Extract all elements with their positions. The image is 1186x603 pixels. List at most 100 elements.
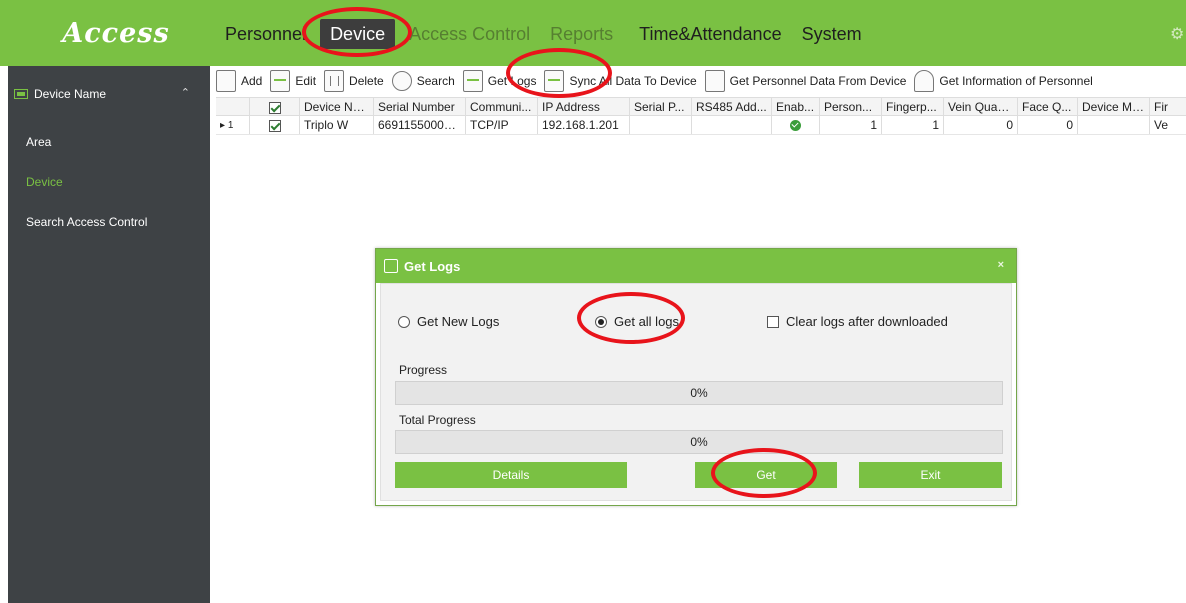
details-button[interactable]: Details	[395, 462, 627, 488]
cell-rs485-address	[692, 116, 772, 134]
cell-firmware: Ve	[1154, 118, 1169, 132]
clear-logs-checkbox[interactable]	[767, 315, 779, 328]
cell-device-model	[1078, 116, 1150, 134]
trash-icon	[324, 70, 345, 92]
edit-button-label: Edit	[295, 74, 317, 88]
nav-system[interactable]: System	[792, 19, 872, 49]
cell-ip-address: 192.168.1.201	[538, 116, 630, 134]
close-icon[interactable]: ×	[998, 259, 1004, 271]
get-logs-button-label: Get Logs	[487, 74, 537, 88]
col-serial-port[interactable]: Serial P...	[630, 98, 692, 115]
col-communication[interactable]: Communi...	[466, 98, 538, 115]
checkbox-icon	[268, 119, 281, 132]
get-logs-dialog: Get Logs × Get New Logs Get all logs Cle…	[375, 248, 1017, 506]
col-enabled[interactable]: Enab...	[772, 98, 820, 115]
table-row[interactable]: ▸ 1 Triplo W 6691155000034 TCP/IP 192.16…	[216, 116, 1186, 135]
dialog-title: Get Logs	[404, 258, 461, 274]
col-device-model[interactable]: Device Mo...	[1078, 98, 1150, 115]
dialog-title-bar[interactable]: Get Logs ×	[376, 249, 1016, 283]
cell-serial-port	[630, 116, 692, 134]
nav-personnel[interactable]: Personnel	[215, 19, 316, 49]
cell-communication: TCP/IP	[466, 116, 538, 134]
cell-serial-number: 6691155000034	[374, 116, 466, 134]
sidebar-header-label: Device Name	[34, 87, 107, 101]
add-button[interactable]: Add	[216, 70, 262, 92]
add-document-icon	[216, 70, 236, 92]
get-all-logs-label: Get all logs	[614, 314, 680, 329]
get-info-button-label: Get Information of Personnel	[939, 74, 1093, 88]
col-fingerprint[interactable]: Fingerp...	[882, 98, 944, 115]
delete-button-label: Delete	[349, 74, 384, 88]
checkbox-icon	[268, 101, 281, 114]
col-rs485-address[interactable]: RS485 Add...	[692, 98, 772, 115]
get-new-logs-label: Get New Logs	[417, 314, 500, 329]
device-icon	[14, 89, 28, 99]
person-icon	[914, 70, 935, 92]
search-icon	[391, 71, 412, 91]
sidebar-header[interactable]: Device Name ⌃	[8, 66, 210, 122]
get-new-logs-option[interactable]: Get New Logs	[398, 314, 499, 329]
nav-access-control[interactable]: Access Control	[399, 19, 540, 49]
total-progress-label: Total Progress	[399, 413, 476, 427]
add-button-label: Add	[241, 74, 263, 88]
sidebar: Device Name ⌃ Area Device Search Access …	[8, 66, 210, 603]
get-personnel-button[interactable]: Get Personnel Data From Device	[704, 70, 907, 92]
get-logs-icon	[384, 259, 398, 273]
edit-button[interactable]: Edit	[270, 70, 316, 92]
row-indicator: ▸ 1	[216, 116, 250, 134]
table-header-row: Device Na... Serial Number Communi... IP…	[216, 97, 1186, 116]
col-serial-number[interactable]: Serial Number	[374, 98, 466, 115]
col-vein-quantity[interactable]: Vein Quan...	[944, 98, 1018, 115]
col-personnel[interactable]: Person...	[820, 98, 882, 115]
search-button[interactable]: Search	[391, 71, 455, 91]
collapse-icon[interactable]: ⌃	[181, 86, 190, 99]
app-window: Access Personnel Device Access Control R…	[0, 0, 1186, 603]
col-face-quantity[interactable]: Face Q...	[1018, 98, 1078, 115]
search-button-label: Search	[416, 74, 455, 88]
row-index: 1	[227, 120, 234, 131]
sidebar-item-area[interactable]: Area	[8, 122, 210, 162]
top-bar: Access Personnel Device Access Control R…	[0, 0, 1186, 66]
nav-reports[interactable]: Reports	[540, 19, 623, 49]
progress-label: Progress	[399, 363, 448, 377]
clear-logs-option[interactable]: Clear logs after downloaded	[767, 314, 948, 329]
nav-device[interactable]: Device	[320, 19, 396, 49]
radio-all-logs[interactable]	[595, 315, 607, 328]
settings-gear-icon[interactable]: ⚙	[1170, 24, 1184, 43]
dialog-body: Get New Logs Get all logs Clear logs aft…	[380, 283, 1012, 501]
get-personnel-button-label: Get Personnel Data From Device	[729, 74, 907, 88]
nav-time-attendance[interactable]: Time&Attendance	[629, 19, 791, 49]
delete-button[interactable]: Delete	[324, 70, 384, 92]
get-info-button[interactable]: Get Information of Personnel	[914, 70, 1093, 92]
enabled-check-icon	[790, 120, 801, 132]
cell-personnel: 1	[820, 116, 882, 134]
edit-icon	[270, 70, 291, 92]
main-nav: Personnel Device Access Control Reports …	[215, 19, 872, 49]
sidebar-item-device[interactable]: Device	[8, 162, 210, 202]
select-all-checkbox[interactable]	[250, 98, 300, 115]
sidebar-item-search-access-control[interactable]: Search Access Control	[8, 202, 210, 242]
app-logo: Access	[62, 18, 170, 49]
sync-icon	[544, 70, 565, 92]
total-progress-bar: 0%	[395, 430, 1003, 454]
cell-face-quantity: 0	[1018, 116, 1078, 134]
progress-bar: 0%	[395, 381, 1003, 405]
cell-vein-quantity: 0	[944, 116, 1018, 134]
get-all-logs-option[interactable]: Get all logs	[595, 314, 679, 329]
col-ip-address[interactable]: IP Address	[538, 98, 630, 115]
cell-fingerprint: 1	[882, 116, 944, 134]
cell-enabled	[772, 116, 820, 134]
get-button[interactable]: Get	[695, 462, 837, 488]
clear-logs-label: Clear logs after downloaded	[786, 314, 948, 329]
sync-button[interactable]: Sync All Data To Device	[544, 70, 697, 92]
col-firmware[interactable]: Fir	[1150, 98, 1186, 115]
row-checkbox[interactable]	[250, 116, 300, 134]
exit-button[interactable]: Exit	[859, 462, 1002, 488]
radio-new-logs[interactable]	[398, 315, 410, 328]
get-logs-button[interactable]: Get Logs	[462, 70, 537, 92]
cell-device-name: Triplo W	[300, 116, 374, 134]
device-table: Device Na... Serial Number Communi... IP…	[216, 97, 1186, 135]
col-device-name[interactable]: Device Na...	[300, 98, 374, 115]
row-indicator-header	[216, 98, 250, 115]
sync-button-label: Sync All Data To Device	[569, 74, 697, 88]
